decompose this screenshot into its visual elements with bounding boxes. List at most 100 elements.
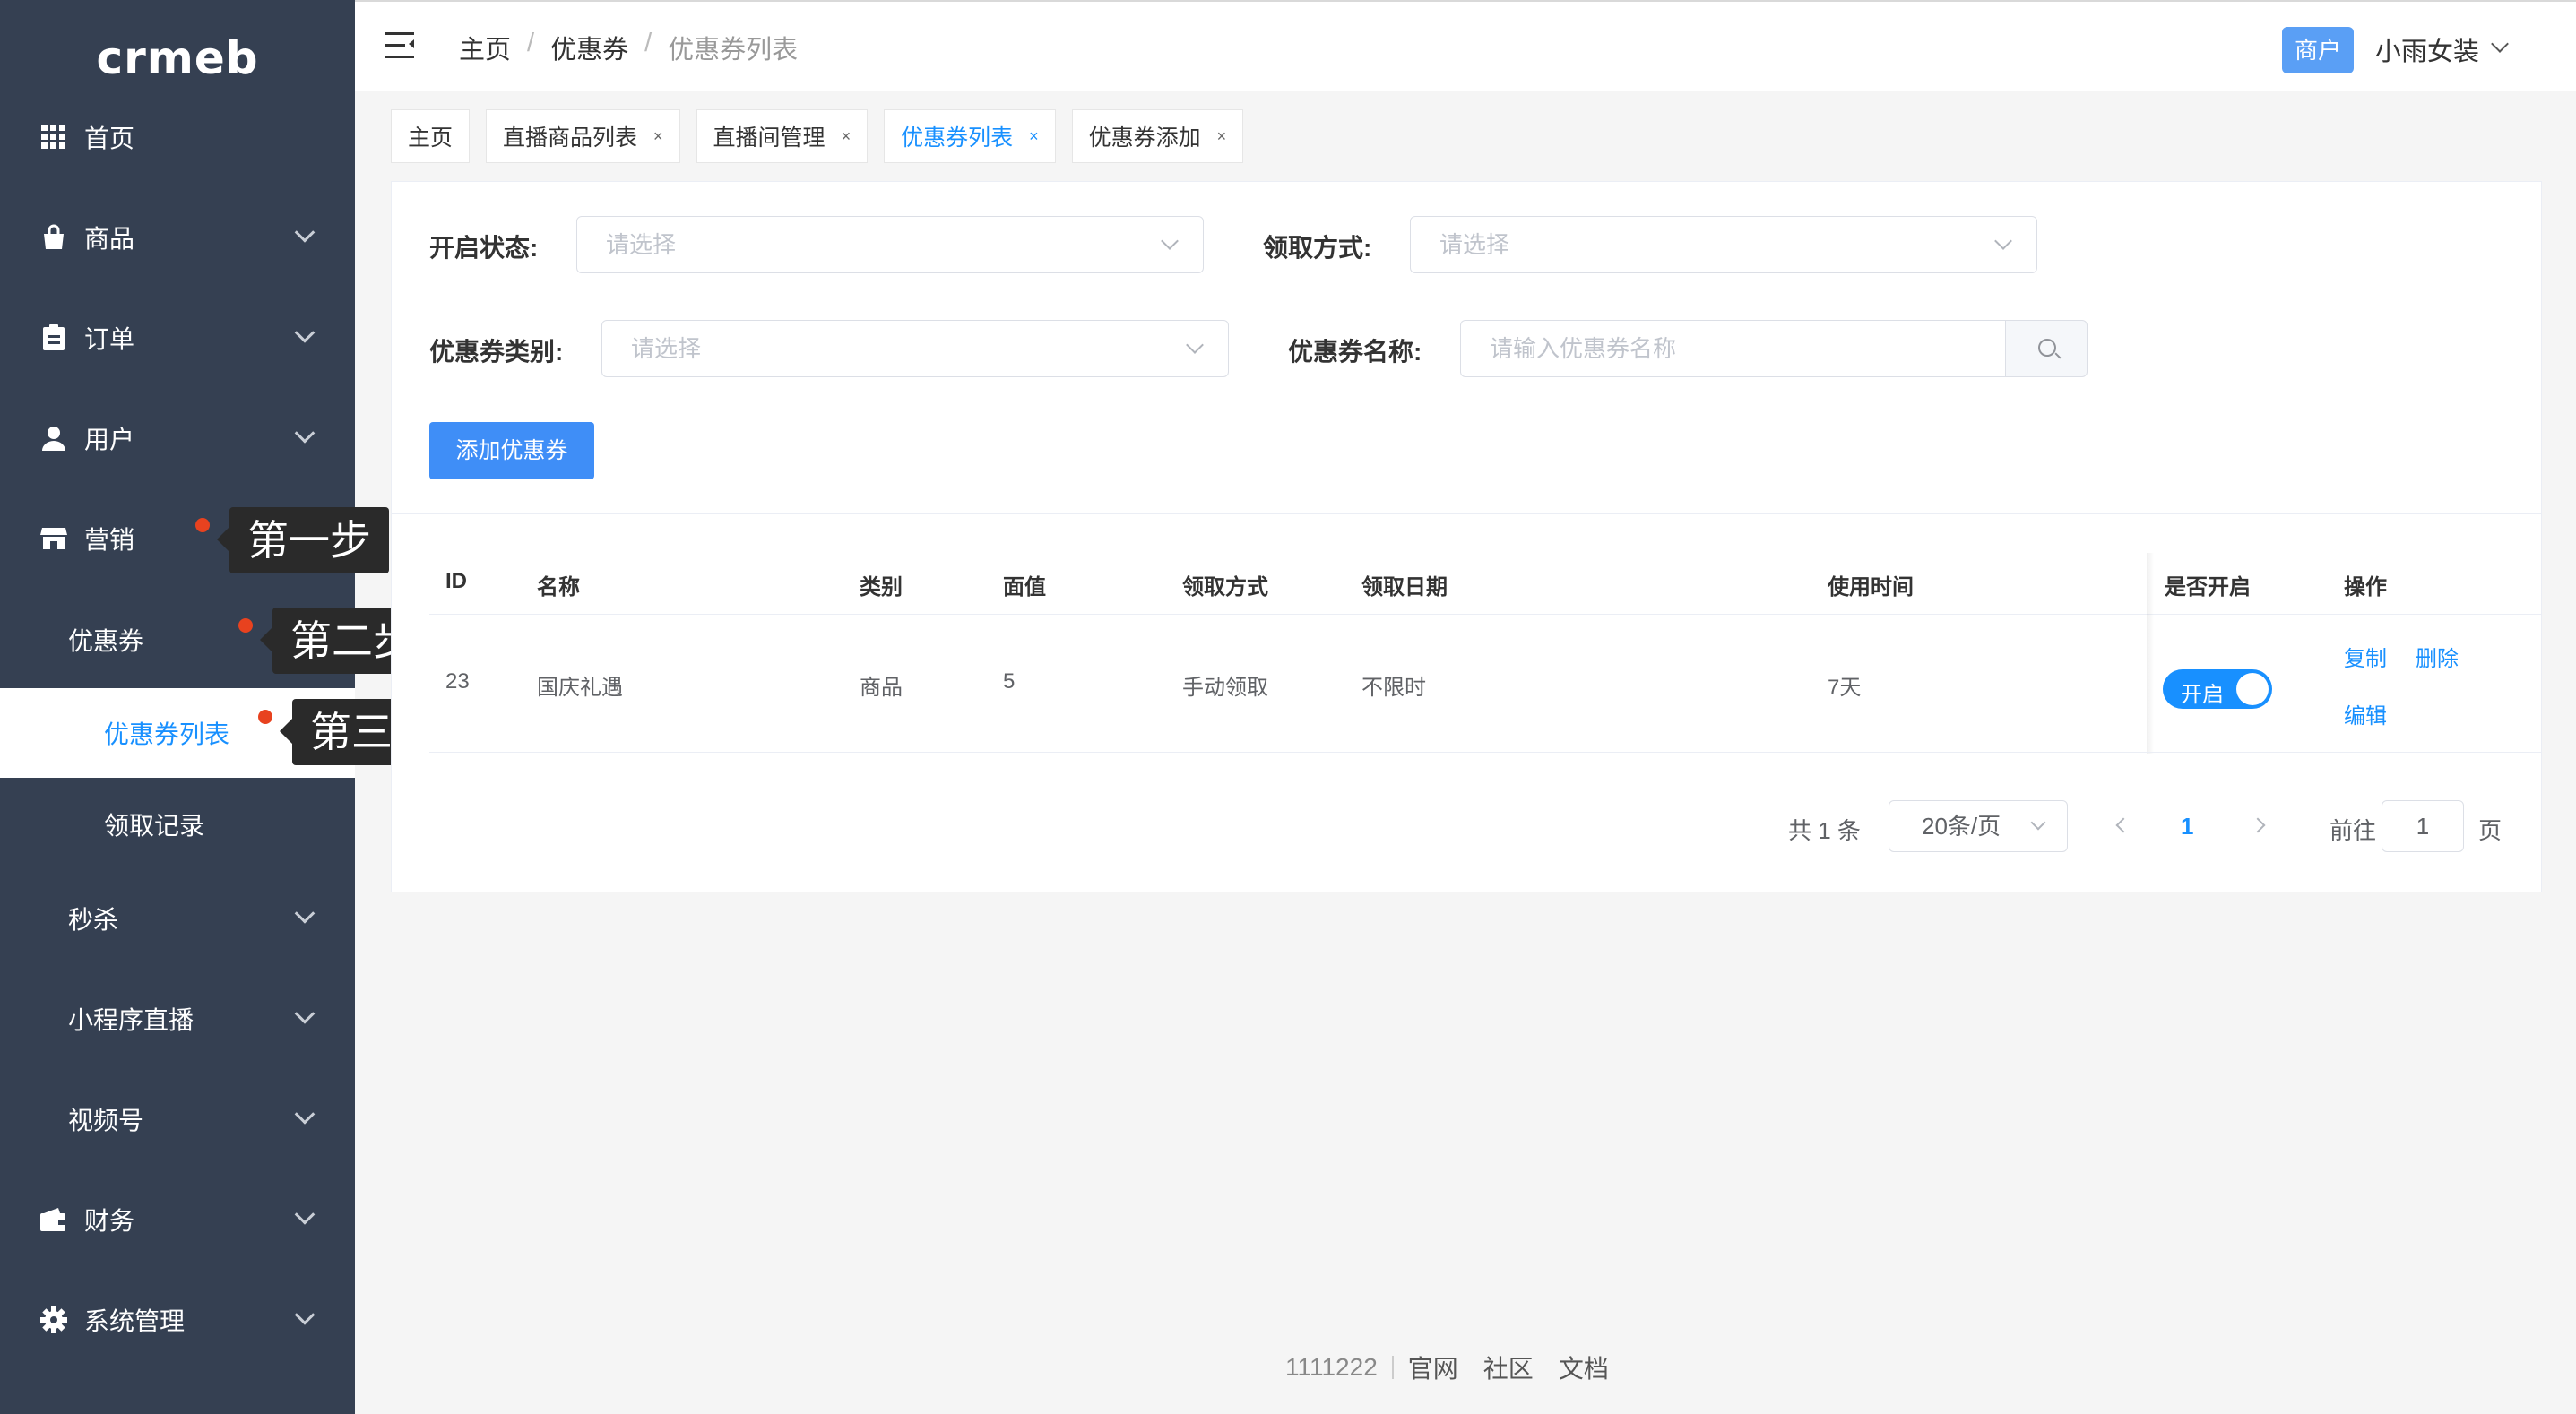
sidebar-item-users[interactable]: 用户 xyxy=(0,393,355,483)
cell-date: 不限时 xyxy=(1361,676,1426,700)
current-page[interactable]: 1 xyxy=(2181,813,2193,841)
goto-page-input[interactable]: 1 xyxy=(2382,800,2464,852)
select-placeholder: 请选择 xyxy=(606,231,677,258)
select-placeholder: 请选择 xyxy=(631,335,702,362)
chevron-down-icon xyxy=(1994,232,2012,250)
sidebar-item-label: 优惠券 xyxy=(68,627,144,655)
sidebar-item-finance[interactable]: 财务 xyxy=(0,1175,355,1264)
user-name-dropdown[interactable]: 小雨女装 xyxy=(2375,30,2479,68)
col-header-value: 面值 xyxy=(1003,575,1046,599)
prev-page-icon[interactable] xyxy=(2115,817,2131,833)
sidebar-item-label: 系统管理 xyxy=(84,1307,186,1335)
tag-label: 主页 xyxy=(408,125,454,151)
cell-id: 23 xyxy=(445,669,470,694)
sidebar-item-label: 秒杀 xyxy=(68,906,119,934)
table-header-border xyxy=(429,614,2541,615)
fixed-column-shadow xyxy=(2147,553,2154,754)
type-filter-select[interactable]: 请选择 xyxy=(601,320,1229,377)
type-filter-label: 优惠券类别: xyxy=(429,338,564,366)
chevron-down-icon xyxy=(294,1204,316,1225)
close-icon[interactable]: × xyxy=(842,127,851,146)
tag-live-room[interactable]: 直播间管理 × xyxy=(696,109,869,163)
search-button[interactable] xyxy=(2005,320,2088,377)
page-size-select[interactable]: 20条/页 xyxy=(1889,800,2068,852)
close-icon[interactable]: × xyxy=(1217,127,1227,146)
crmeb-logo[interactable]: crmeb xyxy=(0,32,355,84)
step-one-tooltip: 第一步 xyxy=(217,507,389,573)
table-row-border xyxy=(429,752,2541,753)
sidebar-item-label: 商品 xyxy=(84,225,135,253)
sidebar-item-label: 用户 xyxy=(84,426,135,453)
chevron-down-icon[interactable] xyxy=(2491,35,2509,53)
footer-copyright: 1111222 xyxy=(1285,1353,1378,1381)
footer: 1111222 官网 社区 文档 xyxy=(1285,1349,1634,1385)
name-filter-label: 优惠券名称: xyxy=(1288,338,1422,366)
method-filter-select[interactable]: 请选择 xyxy=(1410,216,2037,273)
footer-divider xyxy=(1391,1356,1394,1379)
tag-home[interactable]: 主页 xyxy=(391,109,471,163)
page-suffix: 页 xyxy=(2478,817,2503,844)
col-header-method: 领取方式 xyxy=(1182,575,1268,599)
status-filter-select[interactable]: 请选择 xyxy=(576,216,1204,273)
sidebar-subitem-mini-live[interactable]: 小程序直播 xyxy=(0,974,355,1064)
copy-link[interactable]: 复制 xyxy=(2344,641,2387,672)
chevron-down-icon xyxy=(294,1004,316,1024)
sidebar-subitem-video-channel[interactable]: 视频号 xyxy=(0,1074,355,1164)
toggle-knob xyxy=(2236,673,2269,705)
col-header-id: ID xyxy=(445,569,467,593)
tag-label: 优惠券列表 xyxy=(901,125,1014,151)
method-filter-label: 领取方式: xyxy=(1263,234,1372,262)
col-header-date: 领取日期 xyxy=(1361,575,1448,599)
name-search-group: 请输入优惠券名称 xyxy=(1460,320,2088,377)
footer-link-docs[interactable]: 文档 xyxy=(1559,1349,1609,1385)
step-marker-dot xyxy=(195,518,210,532)
tag-coupon-add[interactable]: 优惠券添加 × xyxy=(1071,109,1244,163)
tag-coupon-list[interactable]: 优惠券列表 × xyxy=(884,109,1056,163)
tag-label: 直播商品列表 xyxy=(503,125,638,151)
col-header-type: 类别 xyxy=(860,575,903,599)
col-header-name: 名称 xyxy=(537,575,580,599)
status-filter-label: 开启状态: xyxy=(429,234,539,262)
sidebar-subitem-seckill[interactable]: 秒杀 xyxy=(0,874,355,963)
sidebar-item-products[interactable]: 商品 xyxy=(0,193,355,282)
sidebar-item-home[interactable]: 首页 xyxy=(0,92,355,182)
enabled-toggle[interactable]: 开启 xyxy=(2163,669,2272,709)
chevron-down-icon xyxy=(294,222,316,243)
search-icon xyxy=(2038,339,2056,357)
sidebar-item-orders[interactable]: 订单 xyxy=(0,293,355,383)
step-marker-dot xyxy=(258,710,272,724)
menu-toggle-icon[interactable] xyxy=(385,32,414,59)
close-icon[interactable]: × xyxy=(1029,127,1039,146)
sidebar-subitem-receive-records[interactable]: 领取记录 xyxy=(0,780,355,869)
footer-link-official[interactable]: 官网 xyxy=(1408,1349,1458,1385)
chevron-down-icon xyxy=(294,323,316,343)
col-header-enabled: 是否开启 xyxy=(2165,575,2251,599)
cell-value: 5 xyxy=(1003,669,1016,694)
next-page-icon[interactable] xyxy=(2250,817,2266,833)
tags-view: 主页 直播商品列表 × 直播间管理 × 优惠券列表 × 优惠券添加 × xyxy=(391,109,1244,163)
sidebar-item-label: 视频号 xyxy=(68,1107,144,1134)
wallet-icon xyxy=(39,1205,68,1234)
breadcrumb-separator: / xyxy=(527,29,535,57)
clipboard-icon xyxy=(39,323,68,352)
footer-link-community[interactable]: 社区 xyxy=(1483,1349,1534,1385)
add-coupon-button[interactable]: 添加优惠券 xyxy=(429,422,594,479)
tag-live-products[interactable]: 直播商品列表 × xyxy=(486,109,680,163)
sidebar-item-system[interactable]: 系统管理 xyxy=(0,1275,355,1365)
section-divider xyxy=(392,513,2541,514)
delete-link[interactable]: 删除 xyxy=(2416,641,2459,672)
step-marker-dot xyxy=(238,618,253,633)
breadcrumb-coupon[interactable]: 优惠券 xyxy=(550,29,628,66)
coupon-name-input[interactable]: 请输入优惠券名称 xyxy=(1460,320,2005,377)
user-icon xyxy=(39,424,68,453)
breadcrumb-home[interactable]: 主页 xyxy=(459,29,511,66)
cell-method: 手动领取 xyxy=(1182,676,1268,700)
toggle-label: 开启 xyxy=(2181,683,2224,707)
edit-link[interactable]: 编辑 xyxy=(2344,698,2387,729)
sidebar-item-label: 领取记录 xyxy=(104,812,205,840)
close-icon[interactable]: × xyxy=(653,127,663,146)
grid-icon xyxy=(39,123,68,151)
chevron-down-icon xyxy=(1161,232,1179,250)
role-badge: 商户 xyxy=(2282,27,2354,73)
cell-name: 国庆礼遇 xyxy=(537,676,623,700)
